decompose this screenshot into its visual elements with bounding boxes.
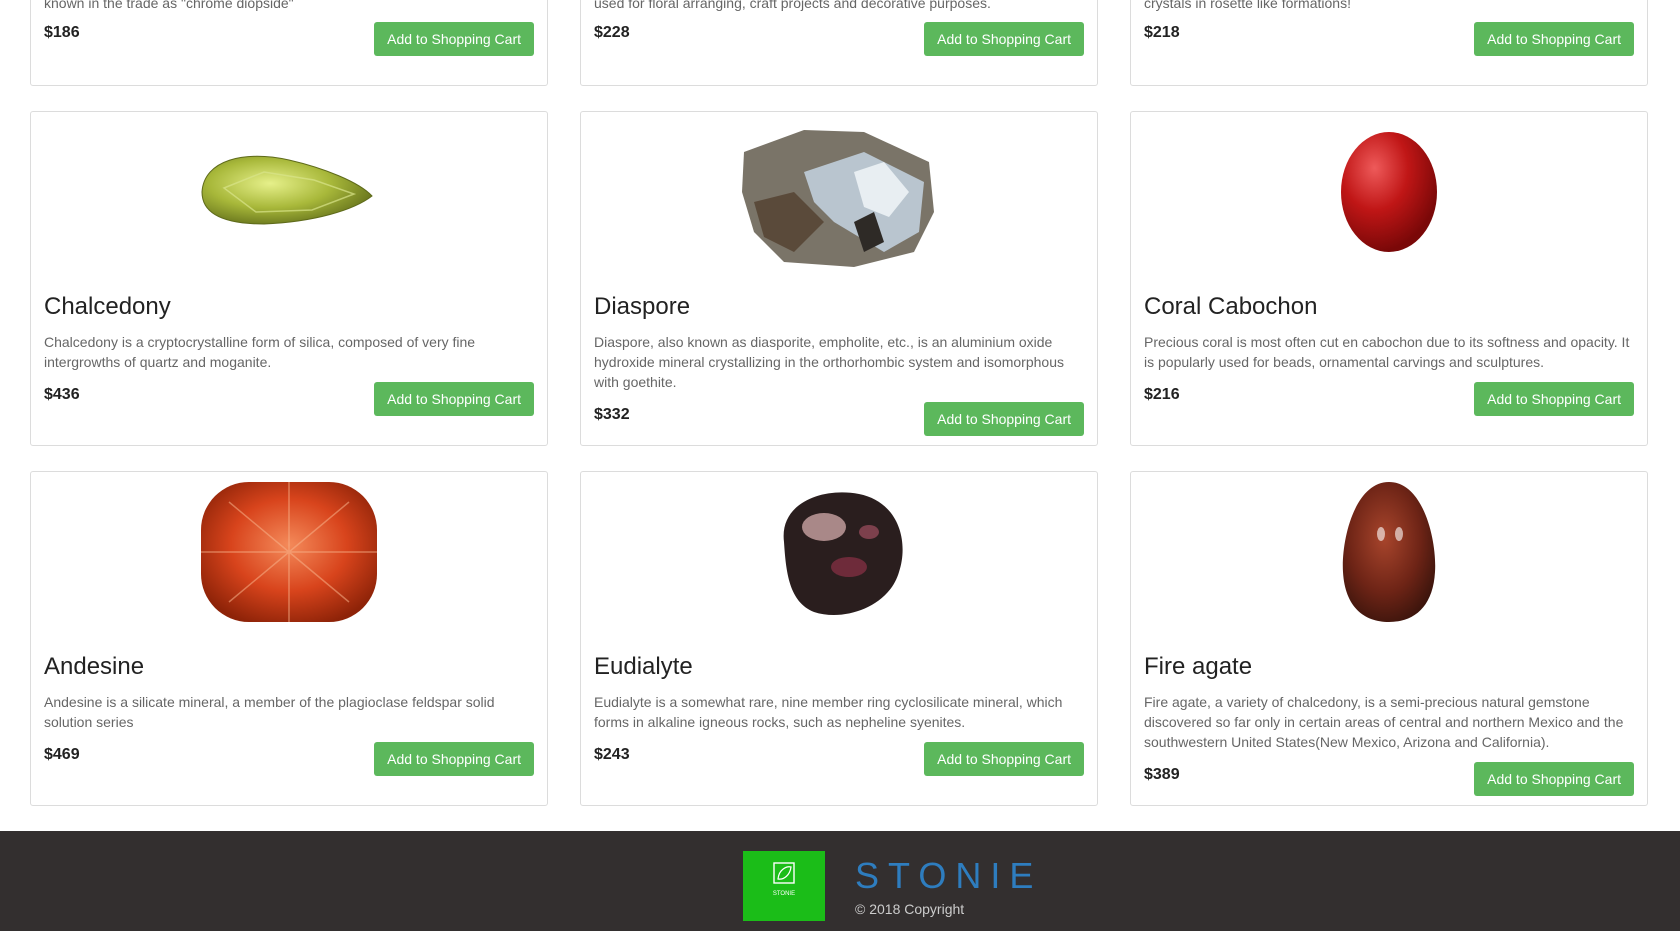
product-title: Andesine — [44, 653, 145, 680]
coral-cabochon-image — [1341, 132, 1437, 252]
product-title: Fire agate — [1144, 653, 1253, 680]
product-card: Diaspore Diaspore, also known as diaspor… — [580, 111, 1098, 446]
add-to-cart-button[interactable]: Add to Shopping Cart — [1474, 22, 1634, 56]
chalcedony-gem-image — [201, 155, 373, 225]
product-image[interactable] — [581, 112, 1097, 272]
product-price: $186 — [44, 24, 80, 41]
add-to-cart-button[interactable]: Add to Shopping Cart — [374, 22, 534, 56]
product-price: $216 — [1144, 386, 1180, 403]
product-description: Fire agate, a variety of chalcedony, is … — [1144, 694, 1624, 750]
footer-brand: STONIE — [855, 855, 1043, 896]
product-image[interactable] — [31, 472, 547, 632]
product-description: Diaspore, also known as diasporite, emph… — [594, 334, 1064, 390]
product-card: Coral Cabochon Precious coral is most of… — [1130, 111, 1648, 446]
product-description: Precious coral is most often cut en cabo… — [1144, 334, 1630, 370]
eudialyte-stone-image — [783, 492, 903, 616]
add-to-cart-button[interactable]: Add to Shopping Cart — [374, 382, 534, 416]
product-card: Eudialyte Eudialyte is a somewhat rare, … — [580, 471, 1098, 806]
product-price: $469 — [44, 746, 80, 763]
product-card: Andesine Andesine is a silicate mineral,… — [30, 471, 548, 806]
footer: STONIE STONIE © 2018 Copyright — [0, 831, 1680, 931]
diaspore-mineral-image — [742, 130, 934, 267]
product-card: Chalcedony Chalcedony is a cryptocrystal… — [30, 111, 548, 446]
product-card: known in the trade as "chrome diopside" … — [30, 0, 548, 86]
andesine-gem-image — [201, 482, 377, 622]
product-image[interactable] — [31, 112, 547, 272]
product-price: $243 — [594, 746, 630, 763]
product-card: Fire agate Fire agate, a variety of chal… — [1130, 471, 1648, 806]
product-image[interactable] — [1131, 472, 1647, 632]
footer-logo-text: STONIE — [773, 891, 795, 897]
add-to-cart-button[interactable]: Add to Shopping Cart — [1474, 382, 1634, 416]
product-price: $389 — [1144, 766, 1180, 783]
product-image[interactable] — [1131, 112, 1647, 272]
product-price: $332 — [594, 406, 630, 423]
product-card: used for floral arranging, craft project… — [580, 0, 1098, 86]
fire-agate-image — [1342, 482, 1436, 622]
add-to-cart-button[interactable]: Add to Shopping Cart — [924, 22, 1084, 56]
leaf-logo-icon: STONIE — [773, 862, 795, 897]
add-to-cart-button[interactable]: Add to Shopping Cart — [924, 742, 1084, 776]
product-image[interactable] — [581, 472, 1097, 632]
product-title: Coral Cabochon — [1144, 293, 1318, 320]
product-description: crystals in rosette like formations! — [1144, 0, 1351, 11]
product-description: known in the trade as "chrome diopside" — [44, 0, 294, 11]
product-title: Chalcedony — [44, 293, 171, 320]
product-title: Diaspore — [594, 293, 691, 320]
product-description: used for floral arranging, craft project… — [594, 0, 991, 11]
product-price: $436 — [44, 386, 80, 403]
product-description: Eudialyte is a somewhat rare, nine membe… — [594, 694, 1063, 730]
product-card: crystals in rosette like formations! $21… — [1130, 0, 1648, 86]
product-price: $228 — [594, 24, 630, 41]
product-description: Chalcedony is a cryptocrystalline form o… — [44, 334, 476, 370]
add-to-cart-button[interactable]: Add to Shopping Cart — [924, 402, 1084, 436]
product-price: $218 — [1144, 24, 1180, 41]
product-title: Eudialyte — [594, 653, 693, 680]
add-to-cart-button[interactable]: Add to Shopping Cart — [374, 742, 534, 776]
add-to-cart-button[interactable]: Add to Shopping Cart — [1474, 762, 1634, 796]
footer-copyright: © 2018 Copyright — [855, 901, 965, 917]
footer-logo[interactable]: STONIE — [743, 851, 825, 921]
product-description: Andesine is a silicate mineral, a member… — [44, 694, 495, 730]
